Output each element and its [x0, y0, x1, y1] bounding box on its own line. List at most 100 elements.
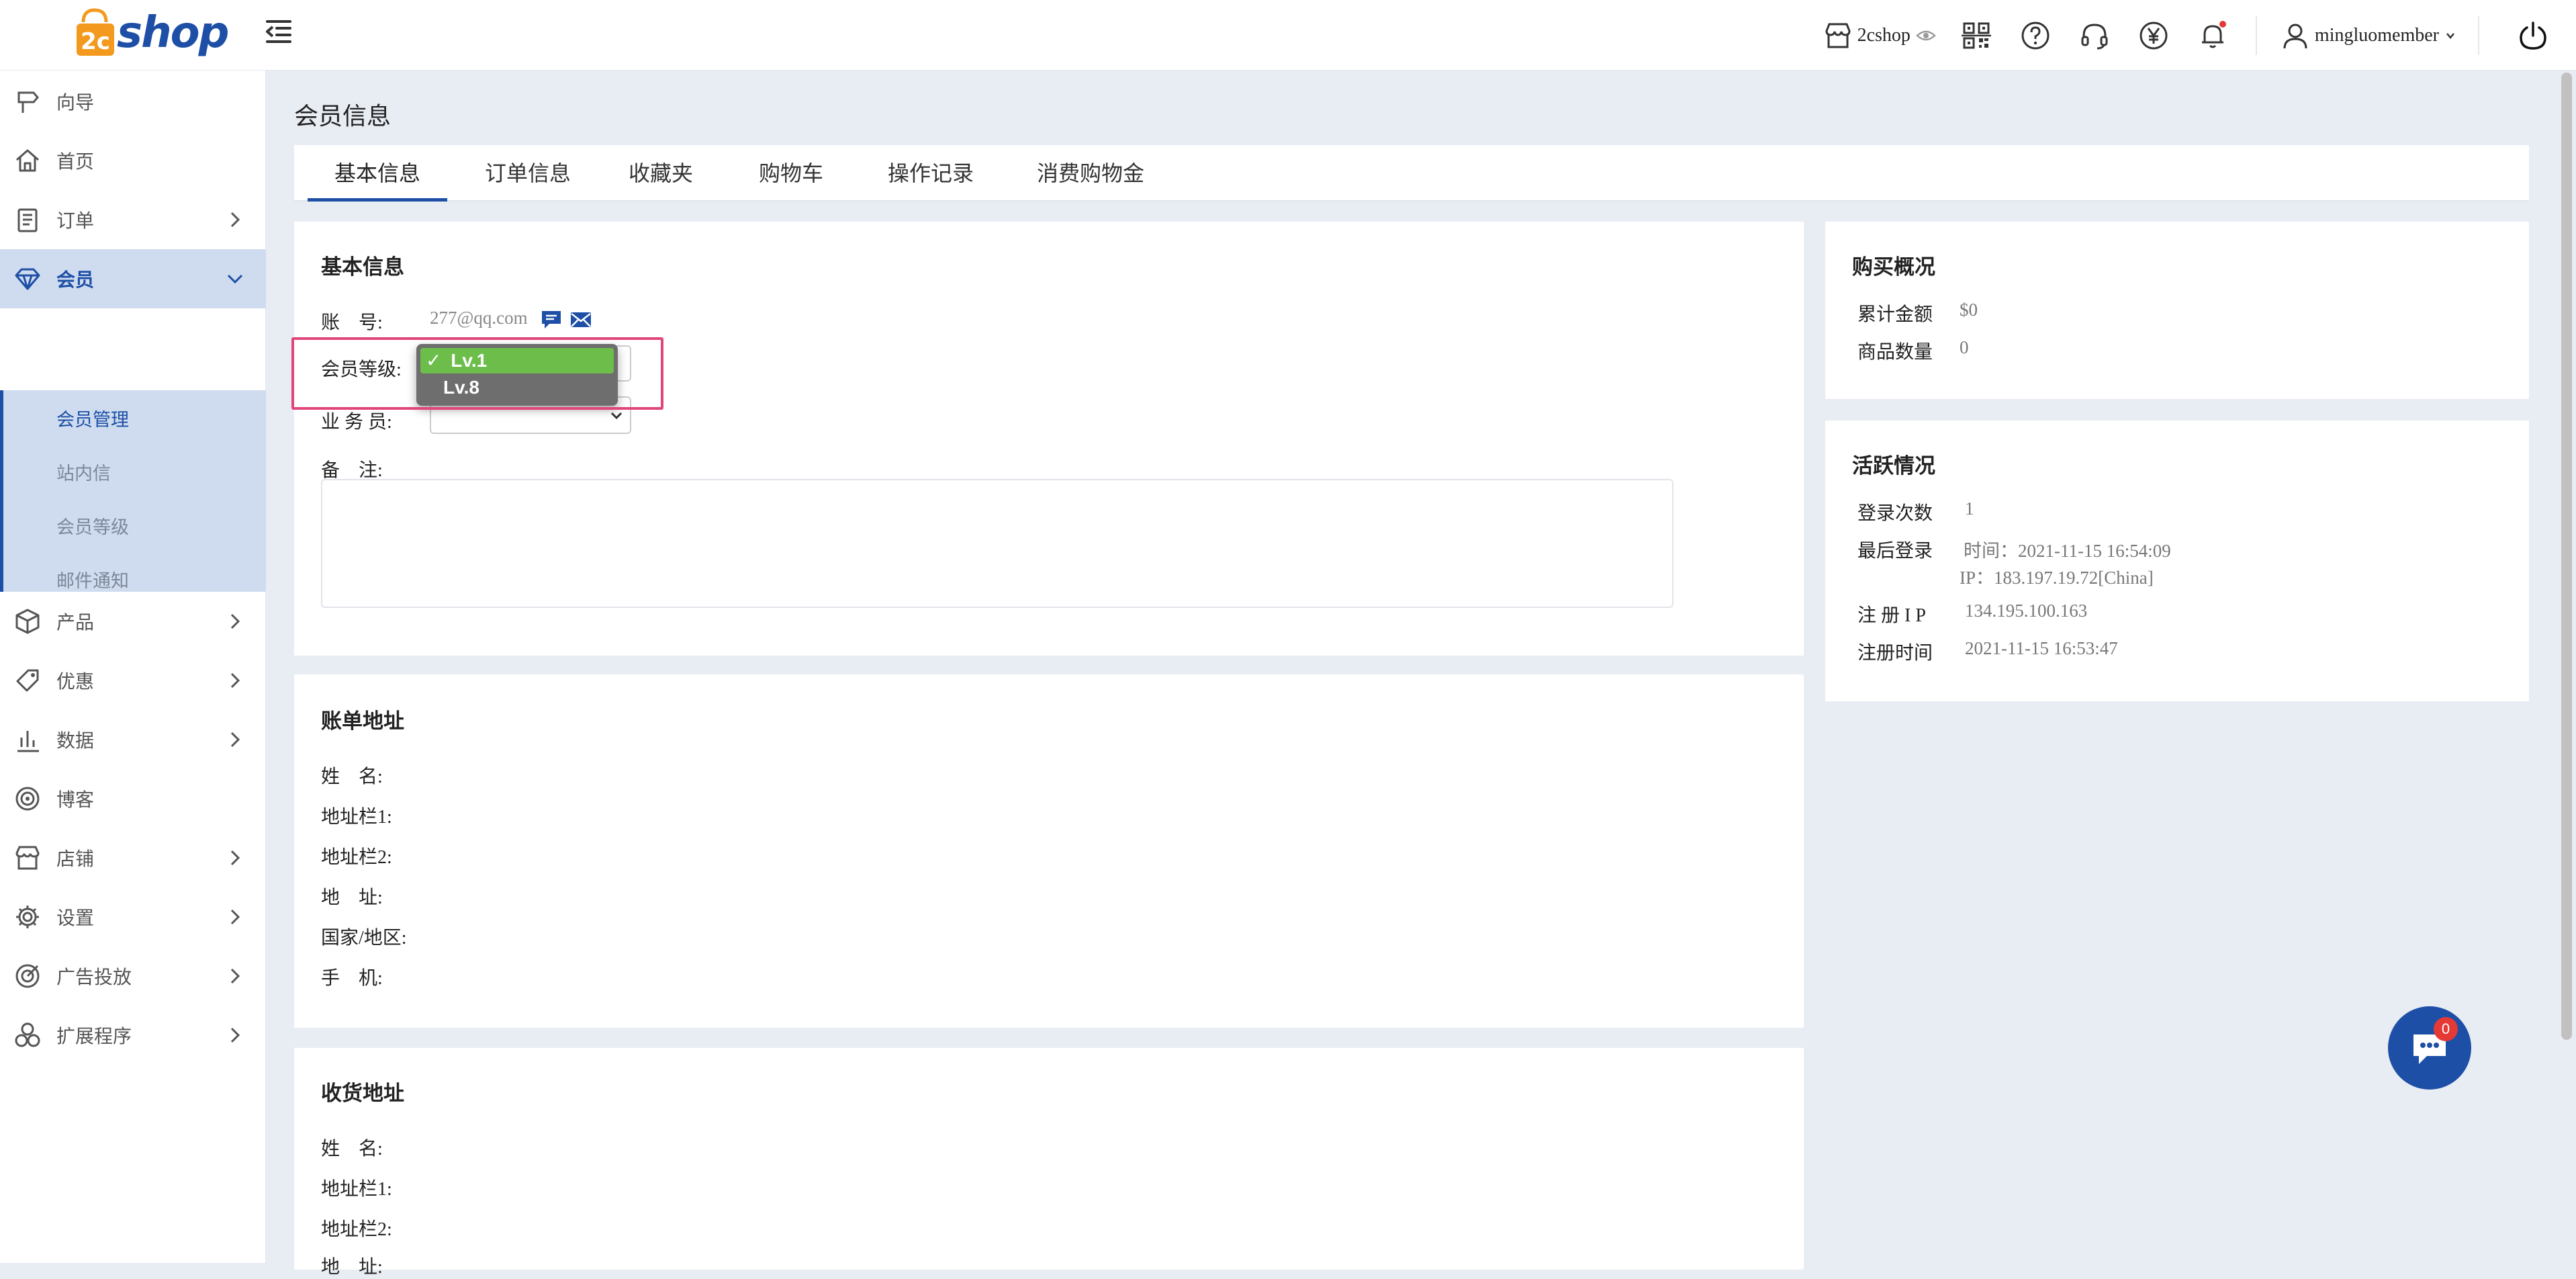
sidebar-item-label: 广告投放: [56, 967, 132, 987]
sidebar-item-products[interactable]: 产品: [0, 592, 266, 651]
item-quantity-label: 商品数量: [1857, 342, 1933, 363]
shipping-address2-label: 地址栏2:: [321, 1219, 392, 1240]
tab-favorites[interactable]: 收藏夹: [614, 145, 708, 202]
tab-bar: 基本信息 订单信息 收藏夹 购物车 操作记录 消费购物金: [294, 145, 2529, 202]
tab-shopping-credit[interactable]: 消费购物金: [1019, 145, 1162, 202]
chevron-down-icon: [2444, 30, 2456, 42]
page-title: 会员信息: [294, 102, 392, 130]
account-value: 277@qq.com: [430, 308, 528, 328]
chevron-right-icon: [223, 846, 247, 870]
qr-code-icon[interactable]: [1960, 19, 1992, 52]
activity-title: 活跃情况: [1852, 454, 1935, 478]
tab-basic-info[interactable]: 基本信息: [308, 145, 447, 202]
last-login-label: 最后登录: [1857, 541, 1933, 562]
store-name: 2cshop: [1857, 24, 1911, 46]
scrollbar[interactable]: [2561, 73, 2572, 1040]
submenu-member-management[interactable]: 会员管理: [56, 405, 129, 431]
signpost-icon: [13, 87, 42, 116]
billing-address-title: 账单地址: [321, 709, 404, 733]
chevron-right-icon: [223, 905, 247, 929]
last-login-time: 时间：2021-11-15 16:54:09: [1964, 541, 2171, 561]
member-icon: [13, 265, 42, 293]
chevron-right-icon: [223, 668, 247, 693]
billing-address2-label: 地址栏2:: [321, 847, 392, 868]
billing-country-label: 国家/地区:: [321, 928, 407, 949]
user-menu[interactable]: mingluomember: [2281, 21, 2456, 50]
remarks-textarea[interactable]: [321, 479, 1673, 608]
store-switcher[interactable]: 2cshop: [1824, 21, 1936, 50]
user-icon: [2281, 21, 2309, 50]
salesperson-label: 业 务 员:: [321, 412, 392, 433]
basic-info-title: 基本信息: [321, 255, 404, 279]
gear-icon: [13, 903, 42, 931]
shipping-address-title: 收货地址: [321, 1082, 404, 1105]
highlight-box: [291, 337, 663, 410]
sidebar-item-label: 博客: [56, 789, 95, 810]
tab-cart[interactable]: 购物车: [744, 145, 838, 202]
yen-icon[interactable]: [2137, 19, 2170, 52]
header-divider: [2478, 15, 2479, 55]
sidebar-item-label: 向导: [56, 92, 95, 113]
email-icon[interactable]: [569, 309, 592, 330]
chat-button[interactable]: [2388, 1006, 2471, 1090]
headset-icon[interactable]: [2078, 19, 2111, 52]
billing-address1-label: 地址栏1:: [321, 807, 392, 828]
logo[interactable]: 2c shop: [74, 3, 229, 63]
sidebar-item-promotions[interactable]: 优惠: [0, 651, 266, 710]
chevron-right-icon: [223, 727, 247, 752]
sidebar-item-data[interactable]: 数据: [0, 710, 266, 769]
sidebar-item-store[interactable]: 店铺: [0, 828, 266, 887]
sidebar-item-label: 店铺: [56, 848, 95, 869]
last-login-ip: IP：183.197.19.72[China]: [1960, 568, 2154, 588]
login-count-label: 登录次数: [1857, 503, 1933, 524]
sidebar-item-label: 订单: [56, 210, 95, 231]
sidebar-item-orders[interactable]: 订单: [0, 190, 266, 249]
power-icon[interactable]: [2517, 19, 2549, 52]
account-label: 账 号:: [321, 312, 383, 333]
sidebar-item-label: 首页: [56, 151, 95, 172]
sidebar-item-guide[interactable]: 向导: [0, 72, 266, 131]
extension-icon: [13, 1021, 42, 1049]
chevron-right-icon: [223, 964, 247, 988]
sidebar-item-members[interactable]: 会员: [0, 249, 266, 308]
sidebar-collapse-button[interactable]: [263, 16, 294, 47]
tab-operation-log[interactable]: 操作记录: [872, 145, 990, 202]
chart-icon: [13, 725, 42, 754]
box-icon: [13, 607, 42, 635]
sidebar-item-label: 设置: [56, 908, 95, 928]
svg-text:2c: 2c: [81, 28, 110, 55]
billing-address-card: [294, 674, 1804, 1028]
tab-order-info[interactable]: 订单信息: [469, 145, 587, 202]
notification-dot: [2219, 20, 2226, 28]
submenu-member-levels[interactable]: 会员等级: [56, 513, 129, 539]
eye-icon[interactable]: [1916, 26, 1936, 46]
submenu-email-notifications[interactable]: 邮件通知: [56, 566, 129, 592]
username: mingluomember: [2314, 24, 2439, 46]
chevron-right-icon: [223, 609, 247, 633]
store-icon: [1824, 21, 1852, 50]
register-time-value: 2021-11-15 16:53:47: [1965, 638, 2118, 658]
billing-name-label: 姓 名:: [321, 766, 383, 787]
shipping-address-card: [294, 1048, 1804, 1270]
sidebar-item-label: 产品: [56, 612, 95, 633]
shipping-name-label: 姓 名:: [321, 1139, 383, 1159]
submenu-indicator: [0, 390, 3, 592]
chevron-right-icon: [223, 208, 247, 232]
total-amount-label: 累计金额: [1857, 304, 1933, 325]
sidebar-item-settings[interactable]: 设置: [0, 887, 266, 946]
blog-icon: [13, 785, 42, 813]
submenu-site-messages[interactable]: 站内信: [56, 459, 111, 485]
sidebar-item-home[interactable]: 首页: [0, 131, 266, 190]
order-icon: [13, 206, 42, 234]
sidebar-item-advertising[interactable]: 广告投放: [0, 946, 266, 1006]
logo-mark-icon: 2c: [74, 7, 116, 58]
help-icon[interactable]: [2019, 19, 2052, 52]
bell-icon[interactable]: [2197, 19, 2229, 52]
chat-badge: 0: [2434, 1017, 2458, 1041]
message-icon[interactable]: [540, 309, 563, 330]
sidebar-item-extensions[interactable]: 扩展程序: [0, 1006, 266, 1065]
header-divider: [2255, 15, 2257, 55]
home-icon: [13, 146, 42, 175]
top-header: 2c shop 2cshop mingluomember: [0, 0, 2576, 71]
sidebar-item-blog[interactable]: 博客: [0, 769, 266, 828]
